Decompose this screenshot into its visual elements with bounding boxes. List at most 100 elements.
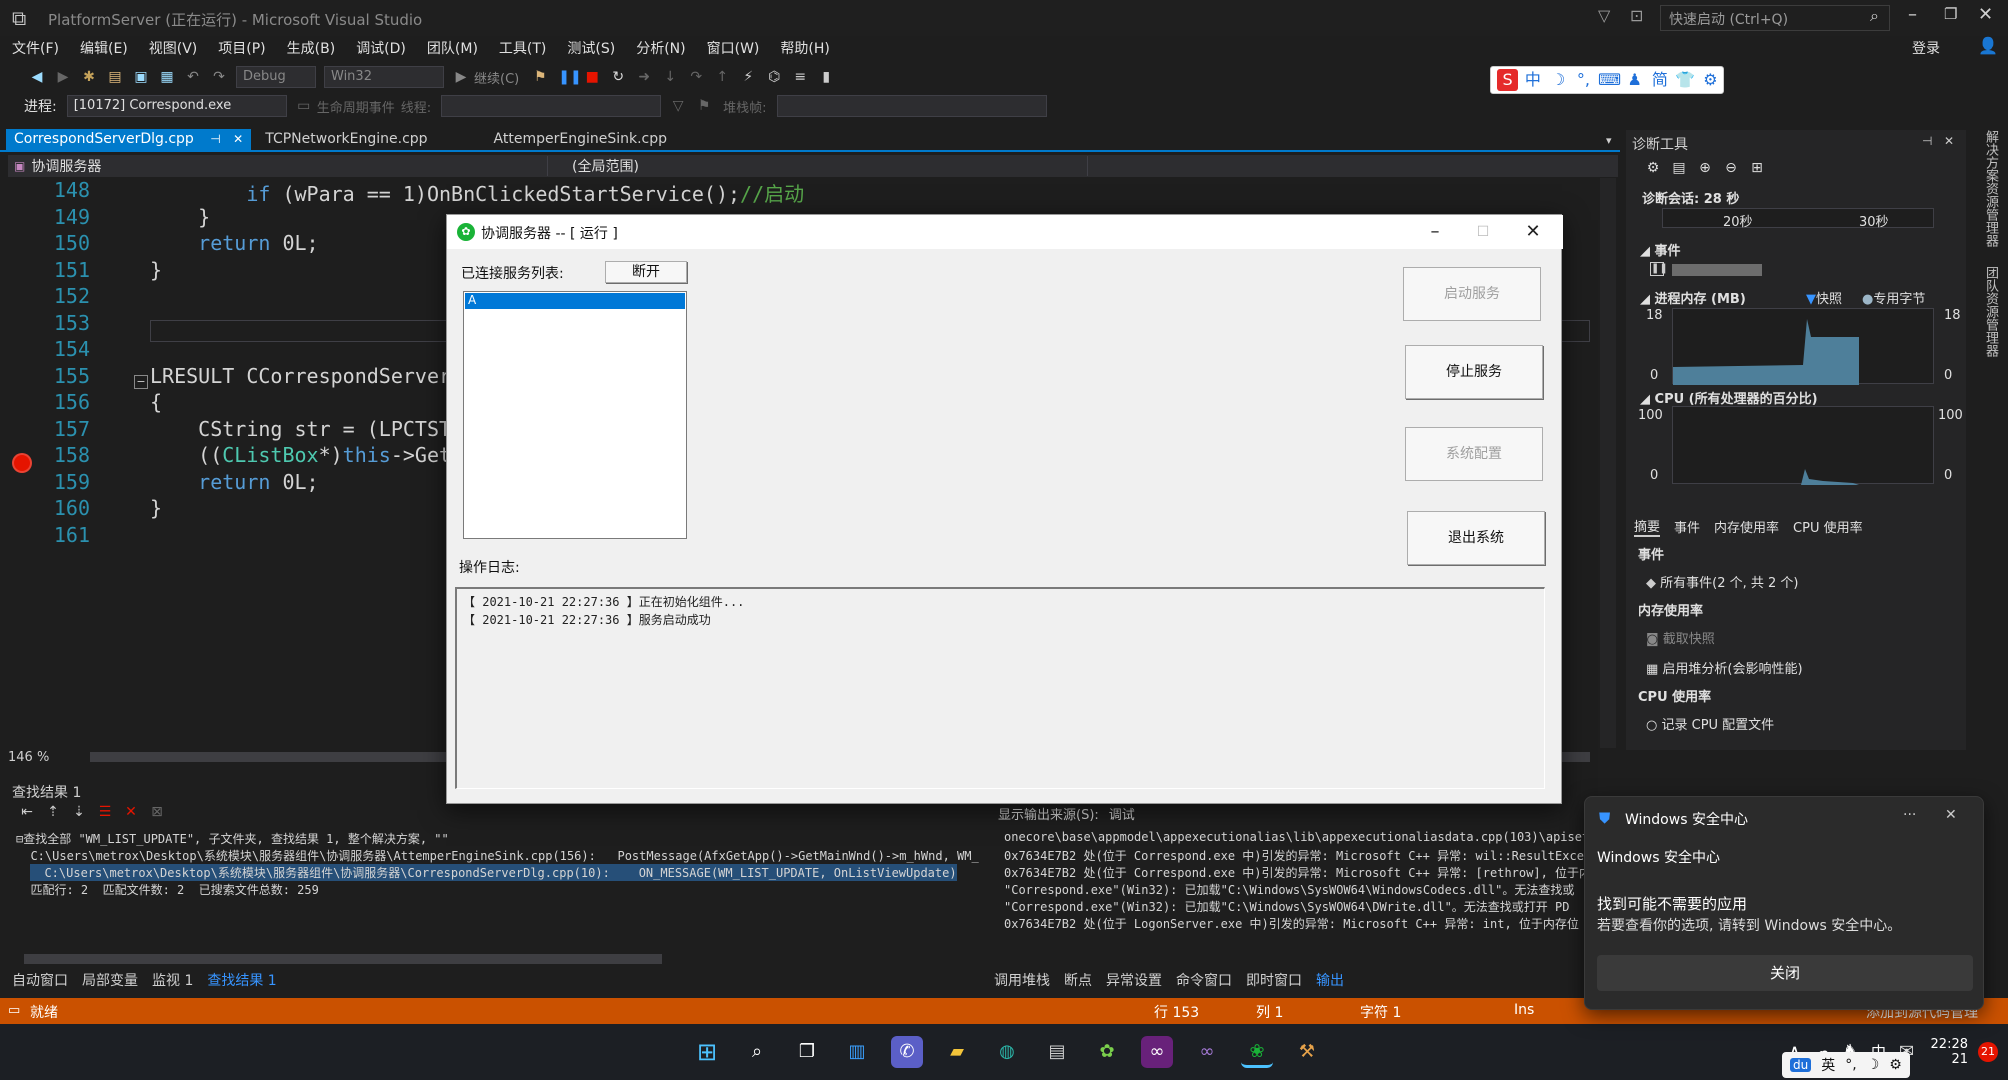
tab-locals[interactable]: 局部变量 <box>82 970 138 990</box>
tab-autos[interactable]: 自动窗口 <box>12 970 68 990</box>
feedback-icon[interactable]: ⊡ <box>1630 6 1643 25</box>
file-explorer-icon[interactable]: ▰ <box>941 1036 973 1068</box>
heap-analysis-button[interactable]: ▦ 启用堆分析(会影响性能) <box>1646 658 1803 677</box>
ime-settings-icon[interactable]: ⚙ <box>1889 1057 1902 1073</box>
tab-correspondserverdlg[interactable]: CorrespondServerDlg.cpp ⊣ ✕ <box>6 129 252 151</box>
tab-attemperenginesink[interactable]: AttemperEngineSink.cpp <box>486 129 675 151</box>
find-result-row[interactable]: C:\Users\metrox\Desktop\系统模块\服务器组件\协调服务器… <box>16 847 978 864</box>
start-icon[interactable]: ⊞ <box>691 1036 723 1068</box>
menu-team[interactable]: 团队(M) <box>427 38 478 58</box>
disconnect-button[interactable]: 断开 <box>605 261 687 283</box>
threads-icon[interactable]: ⌬ <box>766 69 782 85</box>
menu-analyze[interactable]: 分析(N) <box>636 38 685 58</box>
widgets-icon[interactable]: ▥ <box>841 1036 873 1068</box>
save-icon[interactable]: ▣ <box>133 69 149 85</box>
tool-app-icon[interactable]: ⚒ <box>1291 1036 1323 1068</box>
ime-simplified-toggle[interactable]: 简 <box>1649 69 1670 91</box>
list-item[interactable]: A <box>465 293 685 309</box>
record-cpu-button[interactable]: ○ 记录 CPU 配置文件 <box>1646 714 1774 733</box>
bookmark-icon[interactable]: ▮ <box>818 69 834 85</box>
zoom-in-icon[interactable]: ⊕ <box>1697 160 1713 176</box>
tab-output[interactable]: 输出 <box>1316 970 1344 990</box>
operation-log-box[interactable]: 【 2021-10-21 22:27:36 】正在初始化组件... 【 2021… <box>455 587 1545 789</box>
edge-icon[interactable]: ◍ <box>991 1036 1023 1068</box>
new-project-icon[interactable]: ✱ <box>81 69 97 85</box>
settings-gear-icon[interactable]: ⚙ <box>1700 69 1721 91</box>
correspond-app-icon[interactable]: ❀ <box>1241 1036 1273 1068</box>
find-next-icon[interactable]: ⇣ <box>71 804 87 820</box>
menu-build[interactable]: 生成(B) <box>287 38 336 58</box>
photos-icon[interactable]: ✿ <box>1091 1036 1123 1068</box>
comment-icon[interactable]: ≡ <box>792 69 808 85</box>
undo-icon[interactable]: ↶ <box>185 69 201 85</box>
system-config-button[interactable]: 系统配置 <box>1405 427 1543 481</box>
search-icon[interactable]: ⌕ <box>1870 6 1879 26</box>
keyboard-icon[interactable]: ⌨ <box>1598 69 1621 91</box>
toast-close-icon[interactable]: ✕ <box>1945 807 1957 823</box>
login-link[interactable]: 登录 <box>1912 38 1940 58</box>
skin-icon[interactable]: 👕 <box>1675 69 1696 91</box>
toggle-icon[interactable]: ⊠ <box>149 804 165 820</box>
menu-help[interactable]: 帮助(H) <box>780 38 829 58</box>
memory-chart[interactable] <box>1672 308 1934 385</box>
ime-language[interactable]: 英 <box>1821 1055 1835 1075</box>
tab-exception-settings[interactable]: 异常设置 <box>1106 970 1162 990</box>
ime-punct-icon[interactable]: °, <box>1845 1057 1856 1073</box>
redo-icon[interactable]: ↷ <box>211 69 227 85</box>
tab-command-window[interactable]: 命令窗口 <box>1176 970 1232 990</box>
restore-button[interactable]: ❐ <box>1944 5 1957 23</box>
breakpoint-icon[interactable] <box>12 453 32 473</box>
restart-icon[interactable]: ↻ <box>610 69 626 85</box>
output-source-select[interactable]: 调试 <box>1109 804 1135 823</box>
settings-icon[interactable]: ⚙ <box>1645 160 1661 176</box>
step-over-icon[interactable]: ↷ <box>688 69 704 85</box>
hex-display-icon[interactable]: ⚡ <box>740 69 756 85</box>
clear-all-icon[interactable]: ☰ <box>97 804 113 820</box>
start-service-button[interactable]: 启动服务 <box>1403 267 1541 321</box>
show-next-statement-icon[interactable]: ➜ <box>636 69 652 85</box>
diag-tab-memory[interactable]: 内存使用率 <box>1714 517 1779 536</box>
nav-scope-select[interactable]: (全局范围) <box>548 156 1088 176</box>
task-view-icon[interactable]: ❐ <box>791 1036 823 1068</box>
filter-icon[interactable]: ▽ <box>1598 6 1610 25</box>
tab-overflow-icon[interactable]: ▾ <box>1606 134 1612 147</box>
find-go-icon[interactable]: ⇤ <box>19 804 35 820</box>
flag-icon[interactable]: ⚑ <box>696 98 712 114</box>
ime-du-icon[interactable]: du <box>1790 1058 1812 1072</box>
filter-icon[interactable]: ▽ <box>670 98 686 114</box>
take-snapshot-button[interactable]: ◙ 截取快照 <box>1646 628 1715 647</box>
close-tab-icon[interactable]: ✕ <box>233 132 243 146</box>
tab-tcpnetworkengine[interactable]: TCPNetworkEngine.cpp <box>257 129 435 151</box>
zoom-level[interactable]: 146 % <box>8 750 49 765</box>
menu-test[interactable]: 测试(S) <box>567 38 615 58</box>
account-icon[interactable]: 👤 <box>1978 36 1998 55</box>
editor-vertical-scrollbar[interactable] <box>1600 178 1616 748</box>
menu-file[interactable]: 文件(F) <box>12 38 59 58</box>
all-events-link[interactable]: ◆ 所有事件(2 个, 共 2 个) <box>1646 572 1799 591</box>
toast-close-button[interactable]: 关闭 <box>1597 955 1973 991</box>
tab-call-stack[interactable]: 调用堆栈 <box>994 970 1050 990</box>
step-out-icon[interactable]: ↑ <box>714 69 730 85</box>
menu-view[interactable]: 视图(V) <box>149 38 198 58</box>
nav-class-select[interactable]: ▣ 协调服务器 <box>8 156 548 176</box>
tab-breakpoints[interactable]: 断点 <box>1064 970 1092 990</box>
timeline-ruler[interactable]: 20秒 30秒 <box>1662 208 1934 230</box>
search-icon[interactable]: ⌕ <box>741 1036 773 1068</box>
find-horizontal-scrollbar[interactable] <box>24 954 662 964</box>
cpu-chart[interactable] <box>1672 406 1934 485</box>
lifecycle-events-button[interactable]: 生命周期事件 <box>317 97 395 116</box>
continue-icon[interactable]: ▶ <box>453 69 469 85</box>
ime-logo-icon[interactable]: S <box>1497 69 1519 91</box>
diag-tab-cpu[interactable]: CPU 使用率 <box>1793 517 1863 536</box>
visual-studio-icon[interactable]: ∞ <box>1141 1036 1173 1068</box>
save-all-icon[interactable]: ▦ <box>159 69 175 85</box>
clock[interactable]: 22:28 21 <box>1931 1037 1968 1067</box>
pause-icon[interactable]: ❚❚ <box>558 69 581 85</box>
tab-find-results[interactable]: 查找结果 1 <box>207 970 276 990</box>
team-explorer-side-tab[interactable]: 团队资源管理器 <box>1980 266 2000 426</box>
tab-immediate-window[interactable]: 即时窗口 <box>1246 970 1302 990</box>
platform-select[interactable]: Win32 <box>324 66 444 88</box>
user-icon[interactable]: ♟ <box>1624 69 1645 91</box>
stop-find-icon[interactable]: ✕ <box>123 804 139 820</box>
forward-icon[interactable]: ▶ <box>55 69 71 85</box>
